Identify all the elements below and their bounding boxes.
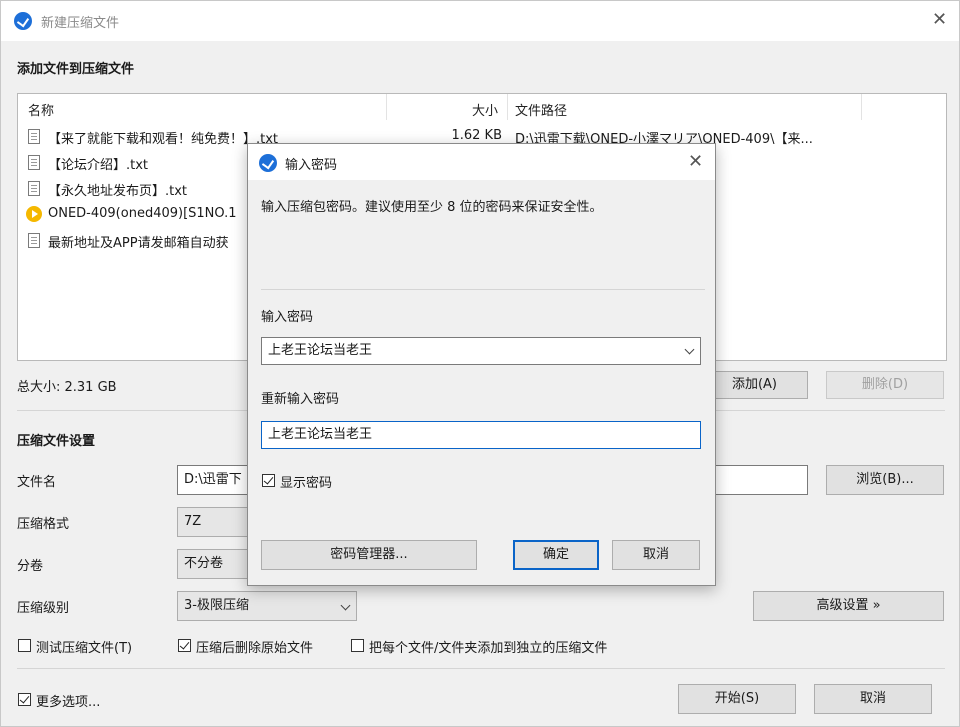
chevron-down-icon[interactable] xyxy=(684,344,695,355)
cancel-button[interactable]: 取消 xyxy=(814,684,932,714)
advanced-settings-button[interactable]: 高级设置 » xyxy=(753,591,944,621)
text-file-icon xyxy=(28,233,40,248)
column-separator xyxy=(507,94,508,120)
window-titlebar: 新建压缩文件 ✕ xyxy=(1,1,959,41)
column-separator xyxy=(386,94,387,120)
level-label: 压缩级别 xyxy=(17,601,70,616)
show-password-label[interactable]: 显示密码 xyxy=(280,472,332,491)
divider xyxy=(261,289,705,290)
ok-button[interactable]: 确定 xyxy=(513,540,599,570)
delete-original-checkbox[interactable] xyxy=(178,639,191,652)
total-size: 总大小: 2.31 GB xyxy=(17,380,117,395)
more-options-checkbox[interactable] xyxy=(18,693,31,706)
text-file-icon xyxy=(28,181,40,196)
password-manager-button[interactable]: 密码管理器... xyxy=(261,540,477,570)
text-file-icon xyxy=(28,155,40,170)
more-options-label[interactable]: 更多选项... xyxy=(36,691,100,710)
format-select-value: 7Z xyxy=(184,514,202,529)
password-dialog: 输入密码 ✕ 输入压缩包密码。建议使用至少 8 位的密码来保证安全性。 输入密码… xyxy=(247,143,716,586)
confirm-password-label: 重新输入密码 xyxy=(261,392,340,407)
test-archive-label[interactable]: 测试压缩文件(T) xyxy=(36,637,132,656)
test-archive-checkbox[interactable] xyxy=(18,639,31,652)
volume-label: 分卷 xyxy=(17,559,44,574)
settings-section-heading: 压缩文件设置 xyxy=(17,434,96,449)
filename-label: 文件名 xyxy=(17,475,57,490)
show-password-checkbox[interactable] xyxy=(262,474,275,487)
separate-archives-checkbox[interactable] xyxy=(351,639,364,652)
delete-original-label[interactable]: 压缩后删除原始文件 xyxy=(196,637,313,656)
dialog-description: 输入压缩包密码。建议使用至少 8 位的密码来保证安全性。 xyxy=(261,200,603,215)
format-label: 压缩格式 xyxy=(17,517,70,532)
delete-button[interactable]: 删除(D) xyxy=(826,371,944,399)
window-close-icon[interactable]: ✕ xyxy=(932,11,947,29)
app-logo-icon xyxy=(14,12,32,30)
dialog-close-icon[interactable]: ✕ xyxy=(688,153,703,171)
add-button[interactable]: 添加(A) xyxy=(701,371,808,399)
dialog-cancel-button[interactable]: 取消 xyxy=(612,540,700,570)
column-header-size[interactable]: 大小 xyxy=(472,100,498,119)
video-file-icon xyxy=(26,206,42,222)
separate-archives-label[interactable]: 把每个文件/文件夹添加到独立的压缩文件 xyxy=(369,637,607,656)
app-logo-icon xyxy=(259,154,277,172)
text-file-icon xyxy=(28,129,40,144)
dialog-titlebar: 输入密码 ✕ xyxy=(248,144,715,180)
browse-button[interactable]: 浏览(B)... xyxy=(826,465,944,495)
divider xyxy=(17,668,945,669)
volume-select-value: 不分卷 xyxy=(184,556,224,571)
file-size: 1.62 KB xyxy=(451,128,502,143)
chevron-down-icon xyxy=(340,600,351,611)
window-title: 新建压缩文件 xyxy=(41,16,120,31)
column-separator xyxy=(861,94,862,120)
level-select-value: 3-极限压缩 xyxy=(184,598,249,613)
start-button[interactable]: 开始(S) xyxy=(678,684,796,714)
confirm-password-input[interactable]: 上老王论坛当老王 xyxy=(261,421,701,449)
password-input-value: 上老王论坛当老王 xyxy=(268,343,373,358)
dialog-title: 输入密码 xyxy=(285,158,338,173)
column-header-path[interactable]: 文件路径 xyxy=(515,100,567,119)
level-select[interactable]: 3-极限压缩 xyxy=(177,591,357,621)
column-header-name[interactable]: 名称 xyxy=(28,100,54,119)
password-label: 输入密码 xyxy=(261,310,314,325)
files-section-heading: 添加文件到压缩文件 xyxy=(17,62,135,77)
password-input[interactable]: 上老王论坛当老王 xyxy=(261,337,701,365)
